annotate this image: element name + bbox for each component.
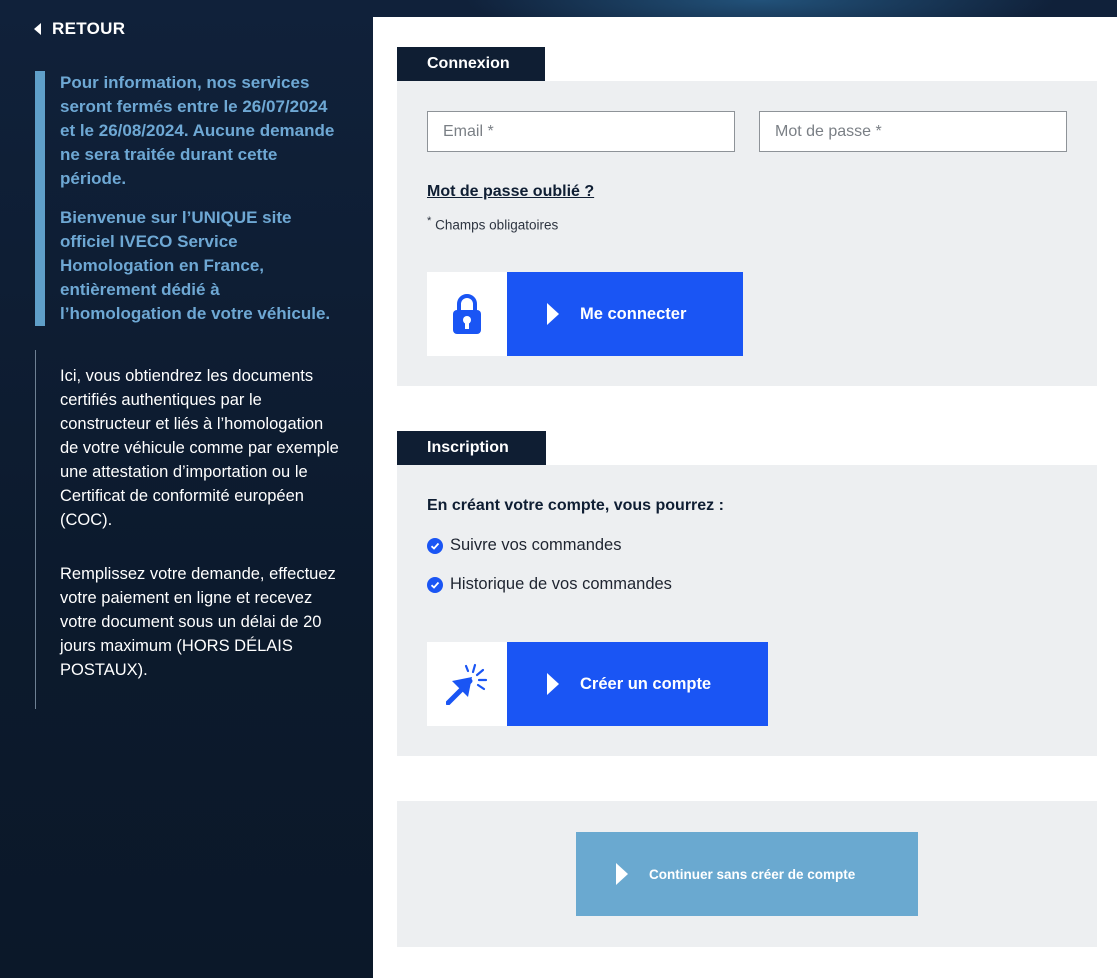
back-link-label: RETOUR [52, 19, 126, 38]
continue-without-account-button[interactable]: Continuer sans créer de compte [576, 832, 918, 916]
lock-icon [453, 294, 481, 334]
info-paragraph-documents: Ici, vous obtiendrez les documents certi… [60, 367, 339, 529]
create-account-label-box: Créer un compte [507, 642, 768, 726]
signup-intro: En créant votre compte, vous pourrez : [427, 497, 724, 514]
info-paragraph-process: Remplissez votre demande, effectuez votr… [60, 565, 336, 679]
welcome-notice: Bienvenue sur l’UNIQUE site officiel IVE… [60, 208, 331, 323]
create-account-icon-box [427, 642, 507, 726]
password-placeholder: Mot de passe * [775, 123, 882, 140]
play-arrow-icon [616, 863, 628, 885]
benefit-label: Historique de vos commandes [450, 575, 672, 593]
login-button-label-box: Me connecter [507, 272, 743, 356]
required-note-text: Champs obligatoires [435, 217, 559, 233]
required-asterisk: * [427, 215, 432, 227]
login-button-icon-box [427, 272, 507, 356]
signup-panel: En créant votre compte, vous pourrez : S… [397, 465, 1097, 756]
caret-left-icon [34, 23, 41, 35]
guest-panel: Continuer sans créer de compte [397, 801, 1097, 947]
login-panel: Email * Mot de passe * Mot de passe oubl… [397, 81, 1097, 386]
notice-block: Pour information, nos services seront fe… [35, 71, 345, 326]
email-field[interactable]: Email * [427, 111, 735, 152]
check-circle-icon [427, 537, 443, 554]
closure-notice: Pour information, nos services seront fe… [60, 73, 335, 188]
play-arrow-icon [547, 303, 559, 325]
continue-without-account-label: Continuer sans créer de compte [649, 866, 856, 882]
back-link[interactable]: RETOUR [34, 19, 125, 39]
email-placeholder: Email * [443, 123, 494, 140]
login-button[interactable]: Me connecter [427, 272, 743, 356]
create-account-button[interactable]: Créer un compte [427, 642, 768, 726]
info-block: Ici, vous obtiendrez les documents certi… [35, 350, 345, 709]
play-arrow-icon [547, 673, 559, 695]
login-button-label: Me connecter [580, 304, 687, 323]
signup-section-title: Inscription [397, 431, 546, 465]
check-circle-icon [427, 576, 443, 593]
benefit-label: Suivre vos commandes [450, 536, 622, 554]
benefit-item: Suivre vos commandes [427, 536, 622, 555]
benefit-item: Historique de vos commandes [427, 575, 672, 594]
forgot-password-link[interactable]: Mot de passe oublié ? [427, 183, 594, 201]
sidebar: RETOUR Pour information, nos services se… [0, 0, 373, 978]
required-fields-note: * Champs obligatoires [427, 215, 558, 233]
main-content: Connexion Email * Mot de passe * Mot de … [373, 17, 1117, 978]
password-field[interactable]: Mot de passe * [759, 111, 1067, 152]
cursor-click-icon [446, 663, 488, 705]
login-section-title: Connexion [397, 47, 545, 81]
create-account-label: Créer un compte [580, 674, 712, 693]
